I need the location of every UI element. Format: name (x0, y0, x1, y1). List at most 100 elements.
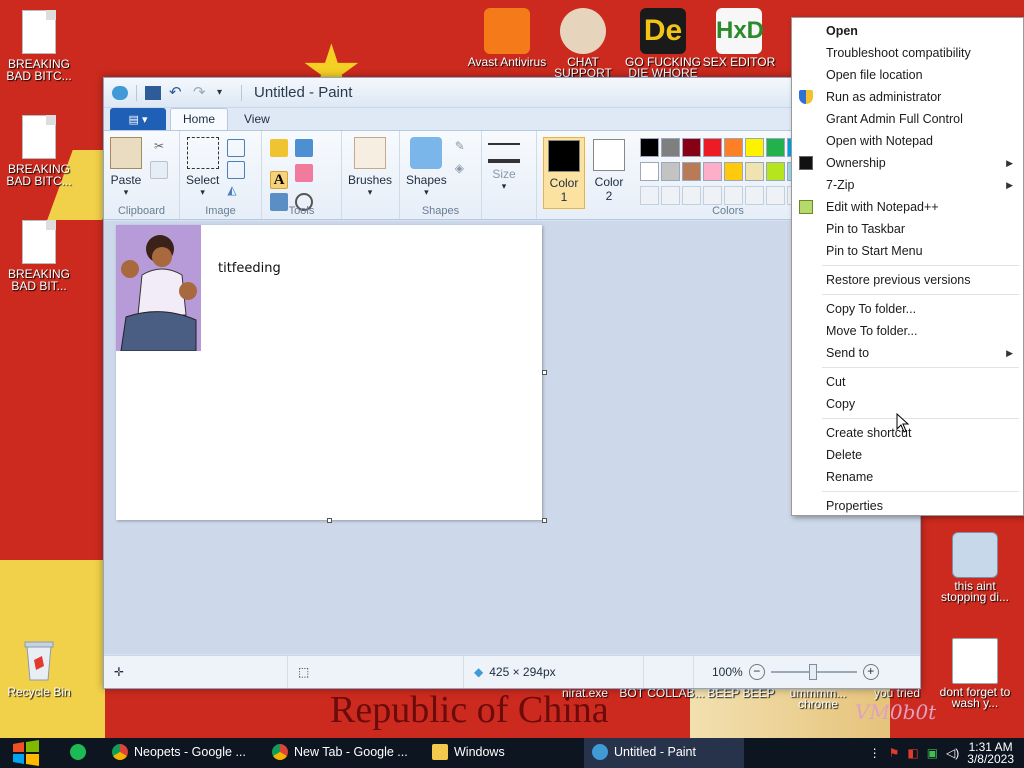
outline-icon[interactable]: ✎ (455, 139, 473, 157)
crop-icon[interactable] (227, 139, 246, 157)
desktop-icon-file[interactable]: BREAKING BAD BIT... (0, 220, 78, 292)
redo-icon[interactable]: ↷ (193, 85, 209, 100)
desktop-icon-chat-support[interactable]: CHAT SUPPORT (538, 8, 628, 79)
menu-item-open-with-notepad[interactable]: Open with Notepad (792, 130, 1023, 152)
custom-color-slot[interactable] (745, 186, 764, 205)
volume-icon[interactable]: ◁) (946, 746, 959, 760)
security-icon[interactable]: ◧ (907, 746, 918, 760)
tray-overflow-icon[interactable]: ⋮ (869, 746, 881, 760)
menu-item-copy-to-folder[interactable]: Copy To folder... (792, 298, 1023, 320)
copy-icon[interactable] (150, 161, 168, 179)
menu-item-rename[interactable]: Rename (792, 466, 1023, 488)
color-swatch[interactable] (640, 162, 659, 181)
menu-item-delete[interactable]: Delete (792, 444, 1023, 466)
taskbar-item[interactable]: Neopets - Google ... (104, 738, 264, 768)
menu-item-open[interactable]: Open (792, 20, 1023, 42)
desktop-icon-chrome[interactable]: ummmm... chrome (773, 687, 863, 710)
menu-item-pin-to-start-menu[interactable]: Pin to Start Menu (792, 240, 1023, 262)
text-tool-icon[interactable]: A (270, 171, 288, 189)
resize-icon[interactable] (227, 161, 246, 179)
custom-color-slot[interactable] (682, 186, 701, 205)
tab-home[interactable]: Home (170, 108, 229, 130)
color-swatch[interactable] (682, 162, 701, 181)
undo-icon[interactable]: ↶ (169, 85, 185, 100)
color2-label: Color 2 (594, 175, 624, 203)
fill-shape-icon[interactable]: ◈ (455, 161, 473, 179)
color-swatch[interactable] (745, 162, 764, 181)
color-swatch[interactable] (724, 138, 743, 157)
color-swatch[interactable] (766, 162, 785, 181)
menu-item-open-file-location[interactable]: Open file location (792, 64, 1023, 86)
zoom-out-button[interactable]: − (748, 664, 765, 680)
color-swatch[interactable] (682, 138, 701, 157)
menu-item-cut[interactable]: Cut (792, 371, 1023, 393)
select-button[interactable]: Select ▾ (186, 137, 219, 203)
color-swatch[interactable] (661, 138, 680, 157)
menu-item-ownership[interactable]: Ownership ▶ (792, 152, 1023, 174)
resize-handle-right[interactable] (542, 370, 547, 375)
menu-item-run-as-administrator[interactable]: Run as administrator (792, 86, 1023, 108)
color1-button[interactable]: Color 1 (543, 137, 585, 209)
flag-icon[interactable]: ⚑ (889, 746, 900, 760)
color-swatch[interactable] (703, 162, 722, 181)
menu-item-edit-with-notepad[interactable]: Edit with Notepad++ (792, 196, 1023, 218)
zoom-in-button[interactable]: + (862, 664, 879, 680)
color-swatch[interactable] (703, 138, 722, 157)
menu-item-move-to-folder[interactable]: Move To folder... (792, 320, 1023, 342)
custom-color-slot[interactable] (661, 186, 680, 205)
menu-item-7-zip[interactable]: 7-Zip ▶ (792, 174, 1023, 196)
color-swatch[interactable] (766, 138, 785, 157)
paint-app-icon[interactable] (112, 85, 128, 100)
custom-color-slot[interactable] (640, 186, 659, 205)
taskbar-item[interactable]: Windows (424, 738, 584, 768)
custom-color-slot[interactable] (766, 186, 785, 205)
desktop-icon-computer[interactable]: this aint stopping di... (930, 532, 1020, 603)
taskbar-pinned-app[interactable] (52, 738, 104, 768)
menu-item-troubleshoot-compatibility[interactable]: Troubleshoot compatibility (792, 42, 1023, 64)
drawing-canvas[interactable]: titfeeding (116, 225, 542, 520)
menu-item-restore-previous-versions[interactable]: Restore previous versions (792, 269, 1023, 291)
group-clipboard: Paste ▾ ✂ Clipboard (104, 131, 180, 219)
eraser-icon[interactable] (295, 164, 314, 182)
network-icon[interactable]: ▣ (927, 746, 938, 760)
taskbar-item[interactable]: Untitled - Paint (584, 738, 744, 768)
start-button[interactable] (0, 738, 52, 768)
custom-color-slot[interactable] (724, 186, 743, 205)
cut-icon[interactable]: ✂ (150, 139, 168, 157)
zoom-slider-thumb[interactable] (808, 664, 817, 680)
color-swatch[interactable] (745, 138, 764, 157)
customize-toolbar-icon[interactable]: ▾ (217, 86, 233, 100)
paste-button[interactable]: Paste ▾ (110, 137, 142, 198)
menu-item-send-to[interactable]: Send to ▶ (792, 342, 1023, 364)
resize-handle-corner[interactable] (542, 518, 547, 523)
zoom-slider[interactable] (770, 664, 857, 680)
clock[interactable]: 1:31 AM 3/8/2023 (967, 741, 1014, 765)
color2-button[interactable]: Color 2 (589, 137, 629, 209)
size-button[interactable]: Size ▾ (488, 137, 520, 192)
color-swatch[interactable] (640, 138, 659, 157)
desktop-icon-you-tried[interactable]: you tried (852, 687, 942, 699)
custom-color-slot[interactable] (703, 186, 722, 205)
menu-item-properties[interactable]: Properties (792, 495, 1023, 517)
menu-item-grant-admin-full-control[interactable]: Grant Admin Full Control (792, 108, 1023, 130)
pencil-icon[interactable] (270, 139, 288, 157)
taskbar-item[interactable]: New Tab - Google ... (264, 738, 424, 768)
color-swatch[interactable] (724, 162, 743, 181)
brushes-button[interactable]: Brushes ▾ (348, 137, 392, 198)
tab-view[interactable]: View (232, 109, 282, 130)
menu-item-copy[interactable]: Copy (792, 393, 1023, 415)
desktop-icon-file[interactable]: BREAKING BAD BITC... (0, 10, 78, 82)
desktop-icon-bot-collab[interactable]: BOT COLLAB... (617, 687, 707, 699)
desktop-icon-sex-editor[interactable]: HxD SEX EDITOR (694, 8, 784, 68)
menu-item-pin-to-taskbar[interactable]: Pin to Taskbar (792, 218, 1023, 240)
file-menu-button[interactable]: ▤ ▾ (110, 108, 166, 130)
desktop-icon-calendar[interactable]: dont forget to wash y... (930, 638, 1020, 709)
desktop-icon-file[interactable]: BREAKING BAD BITC... (0, 115, 78, 187)
rotate-icon[interactable]: ◭ (227, 183, 245, 201)
resize-handle-bottom[interactable] (327, 518, 332, 523)
save-icon[interactable] (145, 85, 161, 100)
shapes-button[interactable]: Shapes ▾ (406, 137, 447, 198)
fill-icon[interactable] (295, 139, 314, 157)
color-swatch[interactable] (661, 162, 680, 181)
desktop-icon-recycle-bin[interactable]: Recycle Bin (0, 638, 78, 698)
